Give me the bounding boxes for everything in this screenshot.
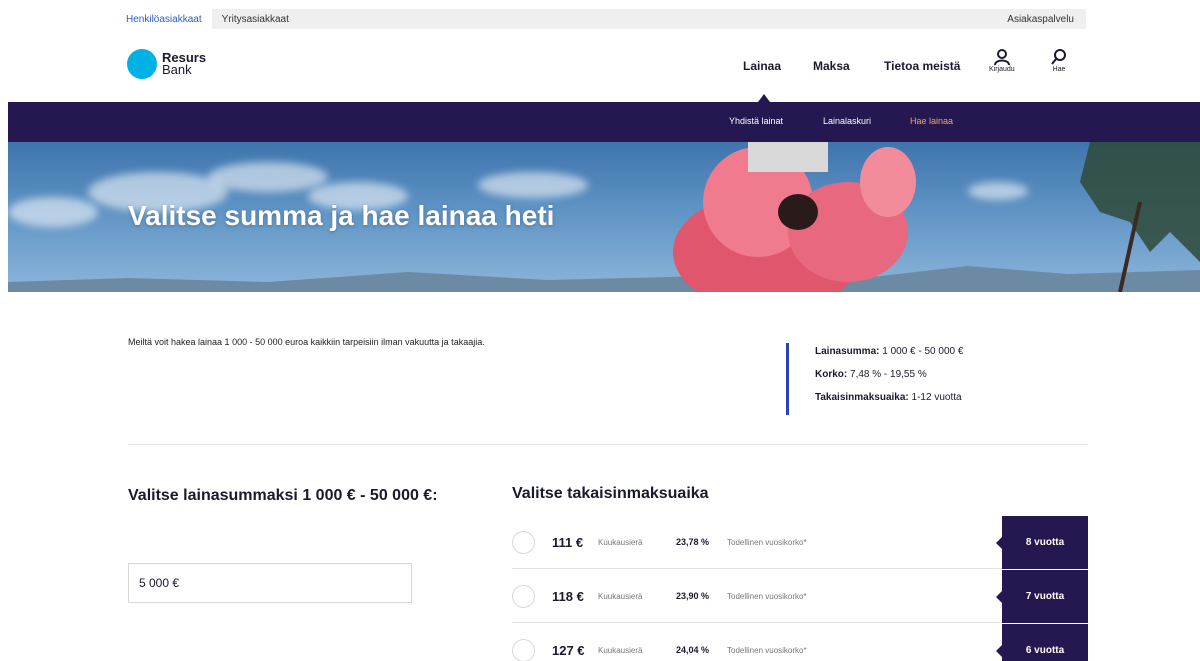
apr-value: 23,78 % [676, 537, 710, 547]
repayment-title: Valitse takaisinmaksuaika [512, 485, 709, 502]
subnav-loan-calculator[interactable]: Lainalaskuri [823, 116, 871, 126]
monthly-amount: 118 € [552, 589, 584, 604]
site-header: Resurs Bank Lainaa Maksa Tietoa meistä K… [0, 29, 1200, 102]
search-icon [1051, 49, 1066, 65]
utility-bar: Henkilöasiakkaat Yritysasiakkaat Asiakas… [116, 9, 1086, 29]
radio-button[interactable] [512, 585, 535, 608]
repayment-option-8[interactable]: 111 € Kuukausierä 23,78 % Todellinen vuo… [512, 516, 1088, 569]
apr-value: 23,90 % [676, 591, 710, 601]
fact-term-label: Takaisinmaksuaika: [815, 392, 909, 403]
mountains-illustration [8, 266, 1200, 292]
monthly-amount: 127 € [552, 643, 585, 658]
loan-amount-title: Valitse lainasummaksi 1 000 € - 50 000 €… [128, 487, 438, 504]
subnav-apply-loan[interactable]: Hae lainaa [910, 116, 953, 126]
logo-text-bank: Bank [162, 62, 192, 77]
cloud [208, 162, 328, 192]
apr-value: 24,04 % [676, 645, 710, 655]
login-button[interactable]: Kirjaudu [989, 48, 1015, 73]
tab-private-customers[interactable]: Henkilöasiakkaat [116, 9, 212, 29]
section-divider [128, 444, 1088, 445]
customer-service-link[interactable]: Asiakaspalvelu [1007, 9, 1086, 29]
cloud [968, 182, 1028, 200]
logo-circle-icon [127, 49, 157, 79]
login-label: Kirjaudu [989, 66, 1015, 73]
cloud [8, 197, 98, 227]
radio-button[interactable] [512, 531, 535, 554]
nav-about[interactable]: Tietoa meistä [884, 59, 960, 73]
nav-pay[interactable]: Maksa [813, 59, 850, 73]
search-label: Hae [1052, 66, 1066, 73]
tab-business-customers[interactable]: Yritysasiakkaat [212, 9, 299, 29]
hero-title: Valitse summa ja hae lainaa heti [128, 200, 555, 231]
radio-button[interactable] [512, 639, 535, 661]
monthly-label: Kuukausierä [598, 646, 643, 655]
fact-rate-label: Korko: [815, 369, 848, 380]
sub-navigation: Yhdistä lainat Lainalaskuri Hae lainaa [8, 102, 1200, 142]
subnav-combine-loans[interactable]: Yhdistä lainat [729, 116, 783, 126]
cloud [478, 172, 588, 198]
apr-label: Todellinen vuosikorko* [727, 646, 807, 655]
inflatable-flamingo-image [673, 142, 916, 292]
fact-amount-label: Lainasumma: [815, 346, 880, 357]
apr-label: Todellinen vuosikorko* [727, 538, 807, 547]
nav-loans[interactable]: Lainaa [743, 59, 781, 73]
fact-rate-value: 7,48 % - 19,55 % [847, 369, 927, 380]
hero-banner: Valitse summa ja hae lainaa heti [8, 142, 1200, 292]
repayment-option-7[interactable]: 118 € Kuukausierä 23,90 % Todellinen vuo… [512, 570, 1088, 623]
intro-text: Meiltä voit hakea lainaa 1 000 - 50 000 … [128, 337, 485, 347]
term-badge: 8 vuotta [996, 516, 1088, 569]
monthly-amount: 111 € [552, 535, 584, 550]
user-icon [993, 49, 1010, 66]
loan-amount-input[interactable] [128, 563, 412, 603]
fact-term-value: 1-12 vuotta [908, 392, 962, 403]
tree-image [1080, 142, 1200, 292]
monthly-label: Kuukausierä [598, 592, 643, 601]
active-nav-caret [758, 94, 770, 102]
term-badge: 7 vuotta [996, 570, 1088, 623]
fact-amount-value: 1 000 € - 50 000 € [879, 346, 964, 357]
apr-label: Todellinen vuosikorko* [727, 592, 807, 601]
term-badge: 6 vuotta [996, 624, 1088, 661]
loan-facts: Lainasumma: 1 000 € - 50 000 € Korko: 7,… [786, 343, 1046, 415]
resurs-bank-logo[interactable]: Resurs Bank [127, 49, 206, 79]
search-button[interactable]: Hae [1050, 48, 1068, 73]
repayment-option-6[interactable]: 127 € Kuukausierä 24,04 % Todellinen vuo… [512, 624, 1088, 661]
monthly-label: Kuukausierä [598, 538, 643, 547]
